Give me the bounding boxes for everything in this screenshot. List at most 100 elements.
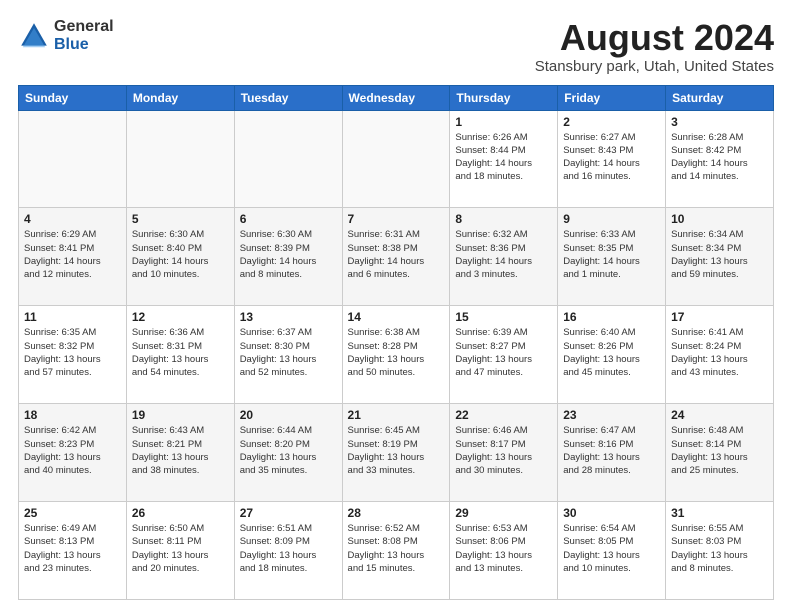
cell-0-5: 2Sunrise: 6:27 AM Sunset: 8:43 PM Daylig… (558, 110, 666, 208)
cell-0-3 (342, 110, 450, 208)
day-number-21: 21 (348, 408, 445, 422)
day-info-9: Sunrise: 6:33 AM Sunset: 8:35 PM Dayligh… (563, 228, 660, 281)
day-info-19: Sunrise: 6:43 AM Sunset: 8:21 PM Dayligh… (132, 424, 229, 477)
header-sunday: Sunday (19, 85, 127, 110)
cell-3-3: 21Sunrise: 6:45 AM Sunset: 8:19 PM Dayli… (342, 404, 450, 502)
day-info-5: Sunrise: 6:30 AM Sunset: 8:40 PM Dayligh… (132, 228, 229, 281)
cell-0-1 (126, 110, 234, 208)
day-number-17: 17 (671, 310, 768, 324)
logo-icon (18, 20, 50, 52)
cell-3-4: 22 Sunrise: 6:46 AM Sunset: 8:17 PM Dayli… (450, 404, 558, 502)
day-info-17: Sunrise: 6:41 AM Sunset: 8:24 PM Dayligh… (671, 326, 768, 379)
title-block: August 2024 Stansbury park, Utah, United… (535, 18, 774, 75)
header-tuesday: Tuesday (234, 85, 342, 110)
cell-0-4: 1 Sunrise: 6:26 AM Sunset: 8:44 PM Daylig… (450, 110, 558, 208)
day-number-5: 5 (132, 212, 229, 226)
day-number-20: 20 (240, 408, 337, 422)
weekday-header-row: Sunday Monday Tuesday Wednesday Thursday… (19, 85, 774, 110)
day-number-22: 22 (455, 408, 552, 422)
day-number-19: 19 (132, 408, 229, 422)
cell-0-2 (234, 110, 342, 208)
day-number-16: 16 (563, 310, 660, 324)
cell-4-1: 26Sunrise: 6:50 AM Sunset: 8:11 PM Dayli… (126, 502, 234, 600)
day-info-3: Sunrise: 6:28 AM Sunset: 8:42 PM Dayligh… (671, 131, 768, 184)
day-info-24: Sunrise: 6:48 AM Sunset: 8:14 PM Dayligh… (671, 424, 768, 477)
day-info-20: Sunrise: 6:44 AM Sunset: 8:20 PM Dayligh… (240, 424, 337, 477)
day-number-9: 9 (563, 212, 660, 226)
day-number-26: 26 (132, 506, 229, 520)
cell-1-0: 4Sunrise: 6:29 AM Sunset: 8:41 PM Daylig… (19, 208, 127, 306)
day-number-18: 18 (24, 408, 121, 422)
day-info-23: Sunrise: 6:47 AM Sunset: 8:16 PM Dayligh… (563, 424, 660, 477)
day-info-8: Sunrise: 6:32 AM Sunset: 8:36 PM Dayligh… (455, 228, 552, 281)
subtitle: Stansbury park, Utah, United States (535, 58, 774, 75)
week-row-0: 1 Sunrise: 6:26 AM Sunset: 8:44 PM Daylig… (19, 110, 774, 208)
day-number-4: 4 (24, 212, 121, 226)
day-number-27: 27 (240, 506, 337, 520)
cell-1-2: 6Sunrise: 6:30 AM Sunset: 8:39 PM Daylig… (234, 208, 342, 306)
day-number-7: 7 (348, 212, 445, 226)
cell-4-5: 30 Sunrise: 6:54 AM Sunset: 8:05 PM Dayli… (558, 502, 666, 600)
day-number-1: 1 (455, 115, 552, 129)
day-info-16: Sunrise: 6:40 AM Sunset: 8:26 PM Dayligh… (563, 326, 660, 379)
day-info-29: Sunrise: 6:53 AM Sunset: 8:06 PM Dayligh… (455, 522, 552, 575)
day-info-6: Sunrise: 6:30 AM Sunset: 8:39 PM Dayligh… (240, 228, 337, 281)
cell-2-5: 16 Sunrise: 6:40 AM Sunset: 8:26 PM Dayli… (558, 306, 666, 404)
day-info-12: Sunrise: 6:36 AM Sunset: 8:31 PM Dayligh… (132, 326, 229, 379)
day-number-31: 31 (671, 506, 768, 520)
logo: General Blue (18, 18, 114, 53)
calendar-table: Sunday Monday Tuesday Wednesday Thursday… (18, 85, 774, 600)
day-number-3: 3 (671, 115, 768, 129)
week-row-4: 25Sunrise: 6:49 AM Sunset: 8:13 PM Dayli… (19, 502, 774, 600)
cell-2-4: 15Sunrise: 6:39 AM Sunset: 8:27 PM Dayli… (450, 306, 558, 404)
day-number-23: 23 (563, 408, 660, 422)
cell-2-0: 11Sunrise: 6:35 AM Sunset: 8:32 PM Dayli… (19, 306, 127, 404)
day-number-30: 30 (563, 506, 660, 520)
cell-3-0: 18 Sunrise: 6:42 AM Sunset: 8:23 PM Dayli… (19, 404, 127, 502)
day-info-11: Sunrise: 6:35 AM Sunset: 8:32 PM Dayligh… (24, 326, 121, 379)
cell-2-2: 13 Sunrise: 6:37 AM Sunset: 8:30 PM Dayli… (234, 306, 342, 404)
header-thursday: Thursday (450, 85, 558, 110)
day-number-10: 10 (671, 212, 768, 226)
day-number-14: 14 (348, 310, 445, 324)
cell-1-6: 10 Sunrise: 6:34 AM Sunset: 8:34 PM Dayli… (666, 208, 774, 306)
cell-3-2: 20 Sunrise: 6:44 AM Sunset: 8:20 PM Dayli… (234, 404, 342, 502)
day-info-18: Sunrise: 6:42 AM Sunset: 8:23 PM Dayligh… (24, 424, 121, 477)
day-info-28: Sunrise: 6:52 AM Sunset: 8:08 PM Dayligh… (348, 522, 445, 575)
cell-4-2: 27 Sunrise: 6:51 AM Sunset: 8:09 PM Dayli… (234, 502, 342, 600)
week-row-1: 4Sunrise: 6:29 AM Sunset: 8:41 PM Daylig… (19, 208, 774, 306)
cell-1-1: 5 Sunrise: 6:30 AM Sunset: 8:40 PM Daylig… (126, 208, 234, 306)
day-info-2: Sunrise: 6:27 AM Sunset: 8:43 PM Dayligh… (563, 131, 660, 184)
cell-0-6: 3 Sunrise: 6:28 AM Sunset: 8:42 PM Daylig… (666, 110, 774, 208)
logo-blue-text: Blue (54, 36, 114, 54)
header-wednesday: Wednesday (342, 85, 450, 110)
day-number-12: 12 (132, 310, 229, 324)
day-info-13: Sunrise: 6:37 AM Sunset: 8:30 PM Dayligh… (240, 326, 337, 379)
day-info-10: Sunrise: 6:34 AM Sunset: 8:34 PM Dayligh… (671, 228, 768, 281)
day-number-8: 8 (455, 212, 552, 226)
cell-2-6: 17 Sunrise: 6:41 AM Sunset: 8:24 PM Dayli… (666, 306, 774, 404)
week-row-2: 11Sunrise: 6:35 AM Sunset: 8:32 PM Dayli… (19, 306, 774, 404)
header: General Blue August 2024 Stansbury park,… (18, 18, 774, 75)
day-info-14: Sunrise: 6:38 AM Sunset: 8:28 PM Dayligh… (348, 326, 445, 379)
cell-3-5: 23 Sunrise: 6:47 AM Sunset: 8:16 PM Dayli… (558, 404, 666, 502)
day-info-7: Sunrise: 6:31 AM Sunset: 8:38 PM Dayligh… (348, 228, 445, 281)
day-number-13: 13 (240, 310, 337, 324)
cell-3-1: 19 Sunrise: 6:43 AM Sunset: 8:21 PM Dayli… (126, 404, 234, 502)
cell-1-5: 9 Sunrise: 6:33 AM Sunset: 8:35 PM Daylig… (558, 208, 666, 306)
page: General Blue August 2024 Stansbury park,… (0, 0, 792, 612)
day-info-1: Sunrise: 6:26 AM Sunset: 8:44 PM Dayligh… (455, 131, 552, 184)
cell-1-4: 8 Sunrise: 6:32 AM Sunset: 8:36 PM Daylig… (450, 208, 558, 306)
main-title: August 2024 (535, 18, 774, 58)
cell-4-6: 31Sunrise: 6:55 AM Sunset: 8:03 PM Dayli… (666, 502, 774, 600)
cell-4-0: 25Sunrise: 6:49 AM Sunset: 8:13 PM Dayli… (19, 502, 127, 600)
day-info-30: Sunrise: 6:54 AM Sunset: 8:05 PM Dayligh… (563, 522, 660, 575)
day-number-28: 28 (348, 506, 445, 520)
header-monday: Monday (126, 85, 234, 110)
cell-0-0 (19, 110, 127, 208)
day-info-22: Sunrise: 6:46 AM Sunset: 8:17 PM Dayligh… (455, 424, 552, 477)
header-friday: Friday (558, 85, 666, 110)
day-info-27: Sunrise: 6:51 AM Sunset: 8:09 PM Dayligh… (240, 522, 337, 575)
cell-4-4: 29Sunrise: 6:53 AM Sunset: 8:06 PM Dayli… (450, 502, 558, 600)
cell-1-3: 7 Sunrise: 6:31 AM Sunset: 8:38 PM Daylig… (342, 208, 450, 306)
